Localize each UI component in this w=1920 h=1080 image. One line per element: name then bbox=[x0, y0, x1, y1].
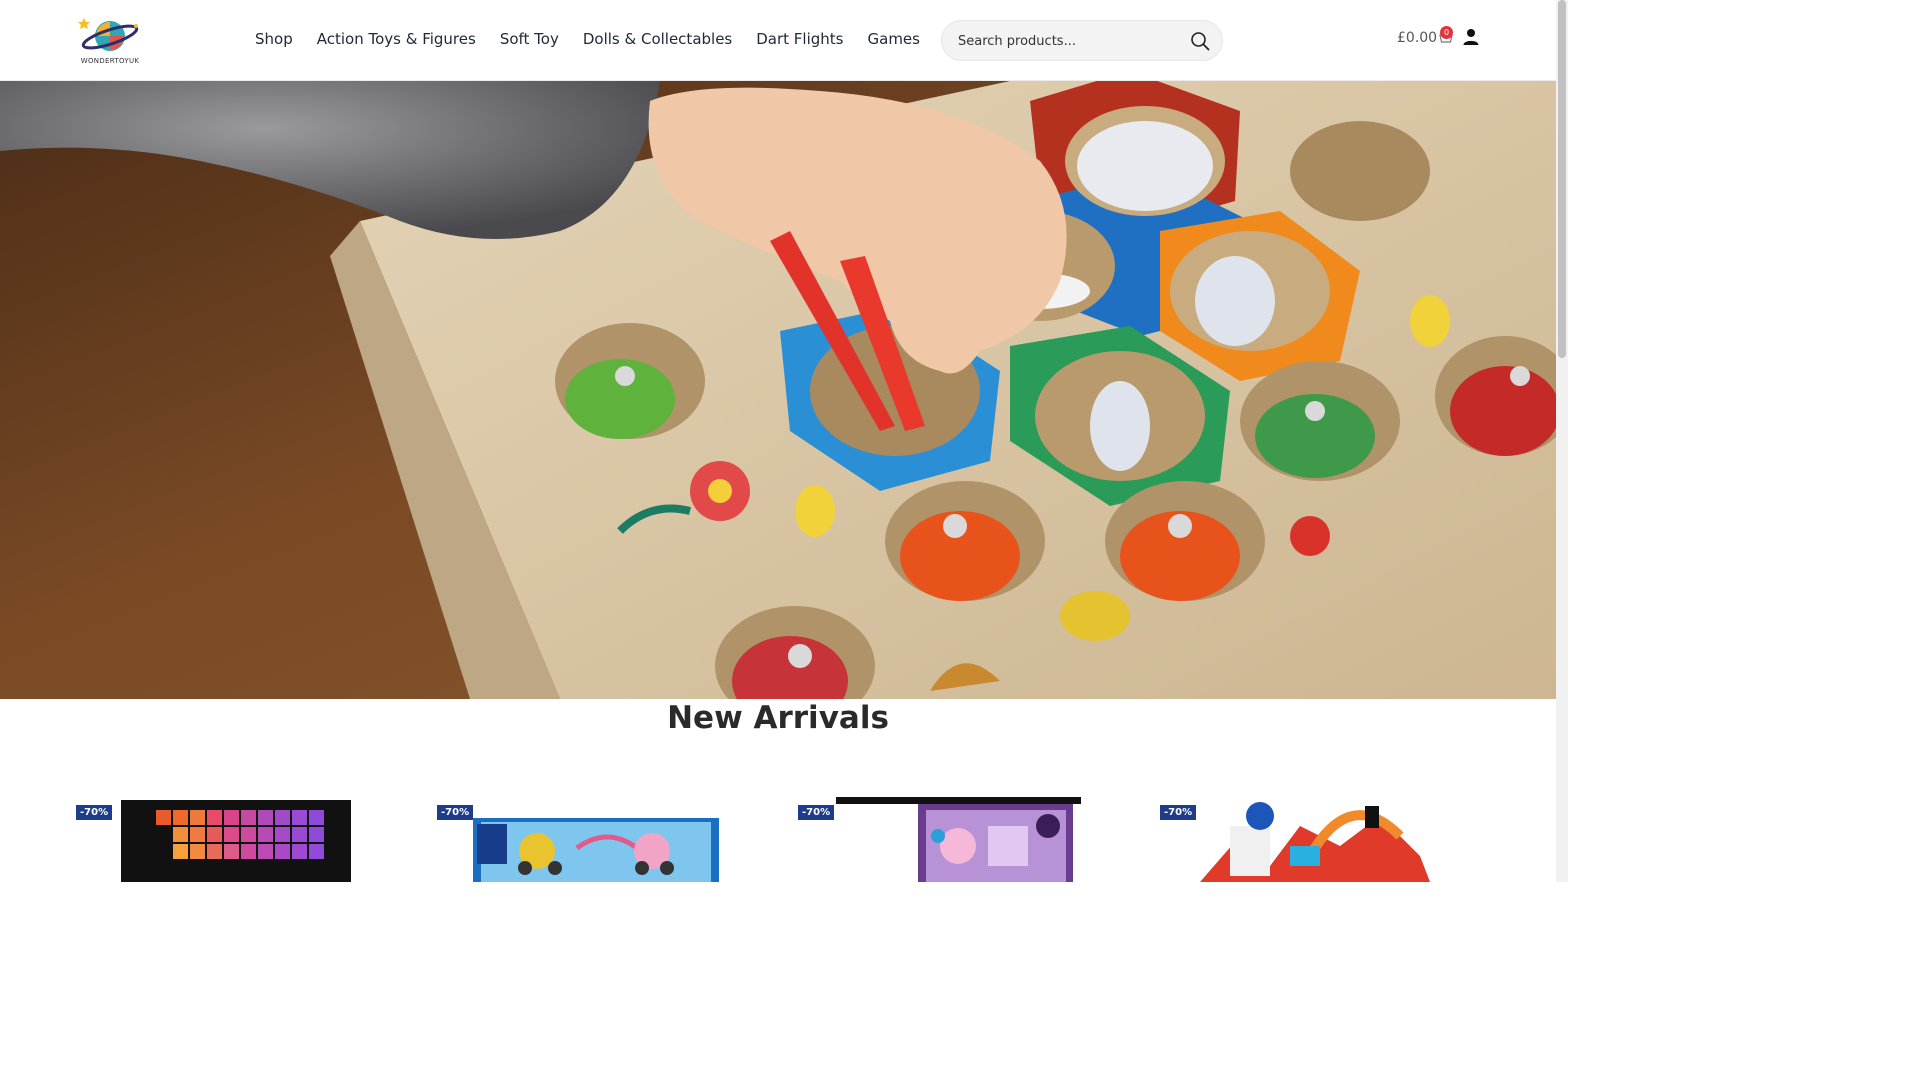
product-image bbox=[121, 800, 351, 882]
main-nav: Shop Action Toys & Figures Soft Toy Doll… bbox=[255, 30, 944, 48]
logo-text: WONDERTOYUK bbox=[80, 57, 140, 65]
new-arrivals-title: New Arrivals bbox=[667, 700, 889, 736]
product-image bbox=[836, 797, 1081, 882]
hero-banner[interactable] bbox=[0, 81, 1556, 699]
nav-item-dart-flights[interactable]: Dart Flights bbox=[756, 30, 843, 48]
product-card[interactable]: -70% bbox=[76, 796, 376, 882]
nav-item-shop[interactable]: Shop bbox=[255, 30, 293, 48]
site-logo[interactable]: WONDERTOYUK bbox=[78, 12, 142, 70]
search-box bbox=[941, 20, 1223, 61]
hero-image bbox=[0, 81, 1556, 699]
site-header: WONDERTOYUK Shop Action Toys & Figures S… bbox=[0, 0, 1556, 81]
product-card[interactable]: -70% bbox=[1160, 796, 1460, 882]
search-icon[interactable] bbox=[1190, 31, 1210, 51]
product-image bbox=[473, 818, 719, 882]
discount-badge: -70% bbox=[76, 805, 113, 820]
cart-amount: £0.00 bbox=[1397, 30, 1438, 46]
product-card[interactable]: -70% bbox=[798, 796, 1098, 882]
discount-badge: -70% bbox=[798, 805, 835, 820]
page-scrollbar[interactable] bbox=[1556, 0, 1568, 882]
discount-badge: -70% bbox=[1160, 805, 1197, 820]
cart-count-badge: 0 bbox=[1440, 26, 1453, 39]
user-account-icon[interactable] bbox=[1462, 28, 1480, 46]
search-input[interactable] bbox=[958, 31, 1178, 51]
nav-item-dolls[interactable]: Dolls & Collectables bbox=[583, 30, 732, 48]
product-card[interactable]: -70% bbox=[437, 796, 737, 882]
nav-item-action-toys[interactable]: Action Toys & Figures bbox=[317, 30, 476, 48]
product-image bbox=[1200, 802, 1430, 882]
nav-item-soft-toy[interactable]: Soft Toy bbox=[500, 30, 559, 48]
planet-logo-icon bbox=[78, 18, 139, 51]
scrollbar-thumb[interactable] bbox=[1558, 0, 1566, 358]
nav-item-games[interactable]: Games bbox=[868, 30, 920, 48]
discount-badge: -70% bbox=[437, 805, 474, 820]
